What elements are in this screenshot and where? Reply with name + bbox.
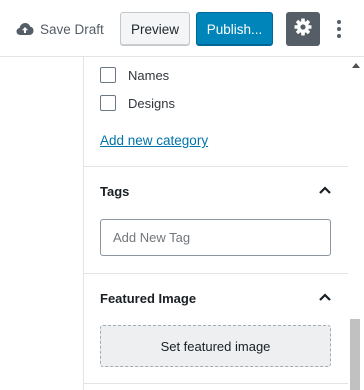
scroll-up-arrow-icon[interactable] [352, 63, 360, 68]
category-label: Designs [128, 95, 175, 111]
cloud-upload-icon [16, 22, 34, 36]
panel-divider [84, 273, 348, 274]
set-featured-image-button[interactable]: Set featured image [100, 325, 331, 367]
more-options-button[interactable] [329, 12, 349, 46]
gear-icon [293, 17, 313, 42]
category-checkbox[interactable] [100, 95, 116, 111]
preview-button[interactable]: Preview [120, 12, 190, 46]
category-item-names[interactable]: Names [100, 66, 169, 84]
sidebar-scrollbar[interactable] [348, 57, 364, 390]
panel-divider [84, 383, 348, 384]
editor-content-area[interactable] [0, 57, 84, 390]
panel-divider [84, 166, 348, 167]
tags-panel-title[interactable]: Tags [100, 184, 129, 199]
featured-image-panel-title[interactable]: Featured Image [100, 291, 196, 306]
publish-label: Publish... [206, 21, 263, 37]
chevron-up-icon[interactable] [318, 185, 332, 195]
editor-toolbar: Save Draft Preview Publish... [0, 0, 364, 57]
category-label: Names [128, 67, 170, 83]
save-draft-label: Save Draft [40, 21, 104, 37]
chevron-up-icon[interactable] [318, 292, 332, 302]
category-item-designs[interactable]: Designs [100, 94, 175, 112]
category-checkbox[interactable] [100, 67, 116, 83]
add-new-category-link[interactable]: Add new category [100, 133, 208, 148]
add-new-tag-input[interactable] [100, 219, 331, 256]
save-draft-button[interactable]: Save Draft [16, 17, 104, 41]
settings-sidebar: Names Designs Add new category Tags Feat… [84, 57, 348, 390]
scrollbar-thumb[interactable] [350, 319, 360, 390]
settings-button[interactable] [286, 12, 320, 46]
publish-button[interactable]: Publish... [196, 12, 273, 46]
preview-label: Preview [130, 21, 179, 37]
more-vertical-icon [337, 20, 341, 24]
set-featured-image-label: Set featured image [160, 338, 271, 354]
